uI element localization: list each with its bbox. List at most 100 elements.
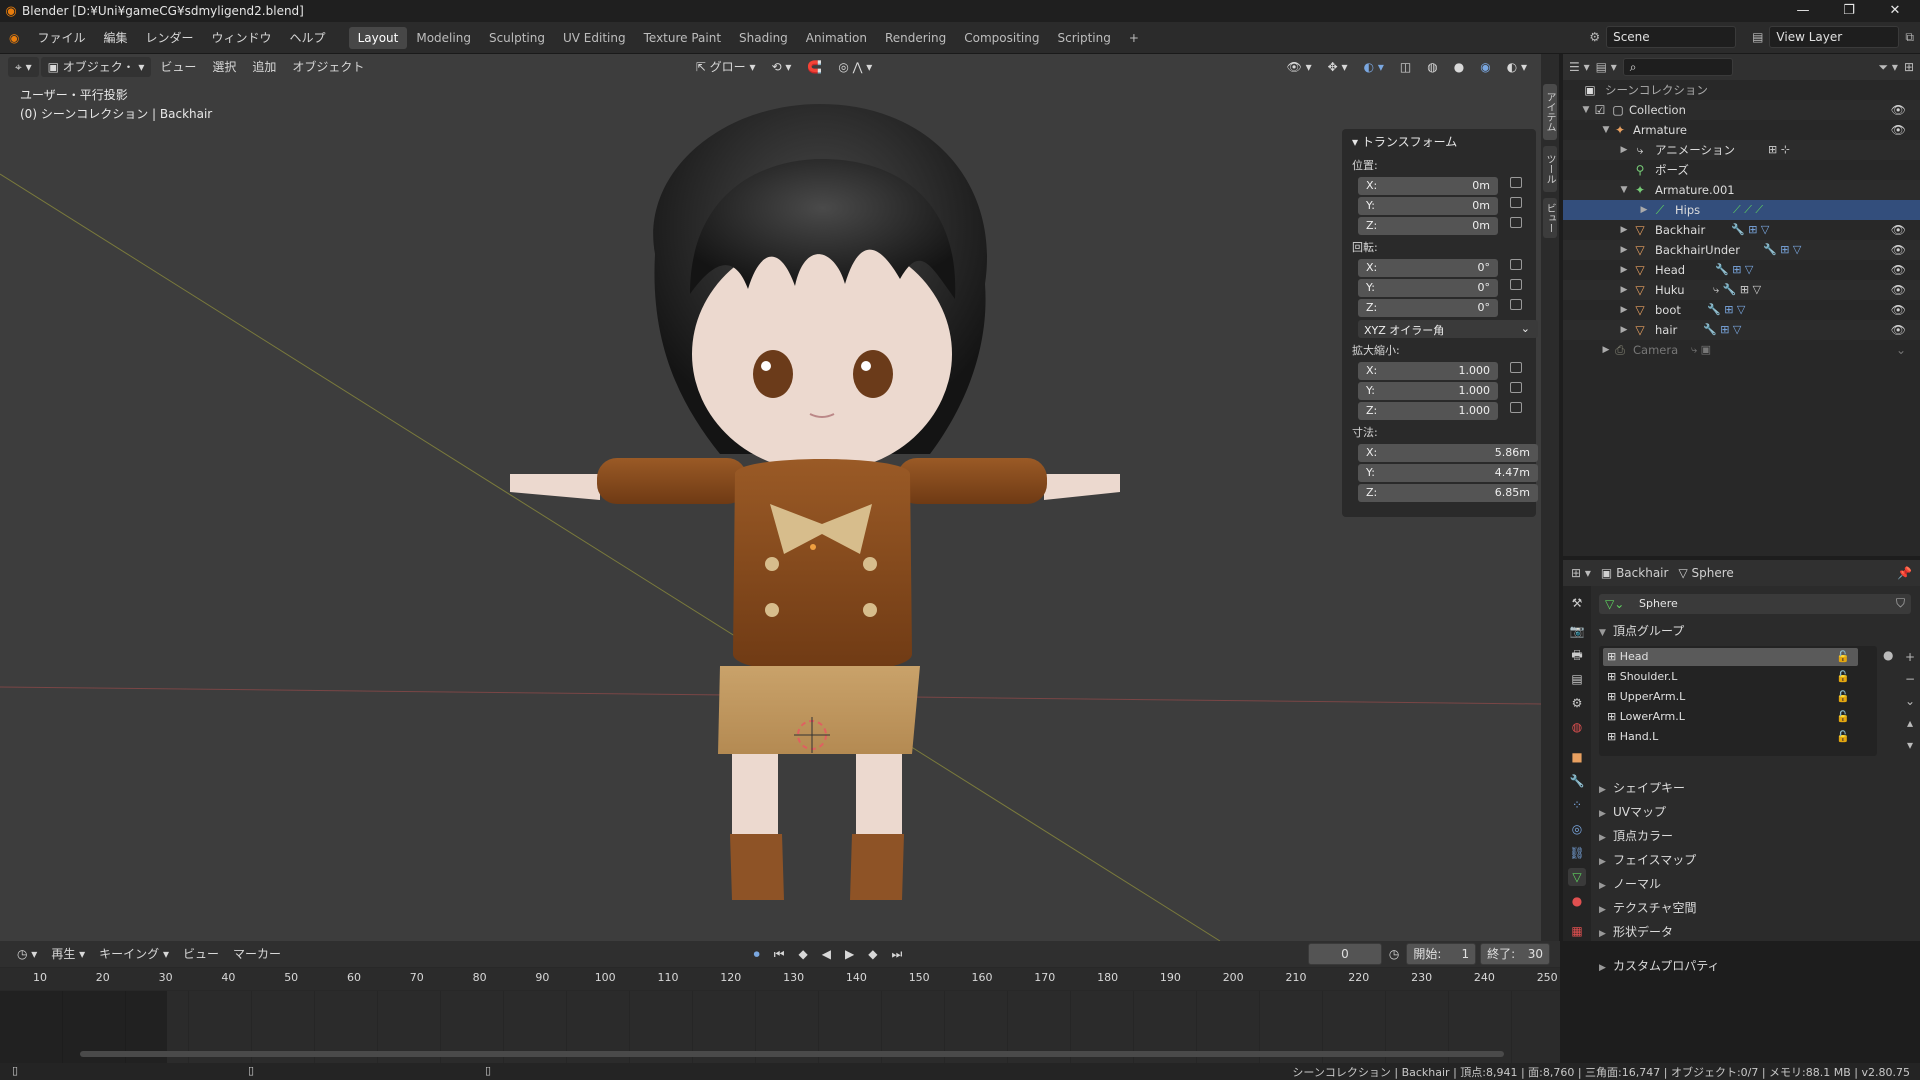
solid-shading-icon[interactable]: ● [1447, 57, 1471, 77]
location-x-field[interactable]: X: 0m [1358, 177, 1498, 195]
menu-marker[interactable]: マーカー [226, 944, 288, 964]
constraints-tab-icon[interactable]: ⛓ [1568, 844, 1586, 862]
outliner-row-backhairunder[interactable]: ▶ ▽ BackhairUnder 🔧 ⊞ ▽ 👁 [1563, 240, 1920, 260]
lock-icon[interactable]: 🔓 [1836, 708, 1850, 726]
next-keyframe-icon[interactable]: ◆ [861, 944, 884, 964]
snap-icon[interactable]: 🧲 [800, 57, 829, 77]
eye-icon[interactable]: 👁 [1891, 260, 1906, 280]
maximize-button[interactable]: ❐ [1826, 0, 1872, 22]
lock-icon[interactable]: 🔓 [1836, 648, 1850, 666]
uv-maps-header[interactable]: ▶ UVマップ [1599, 801, 1666, 823]
timeline-editor-icon[interactable]: ◷ ▾ [10, 944, 44, 964]
visibility-icon[interactable]: 👁 ▾ [1280, 57, 1319, 77]
view-layer-icon[interactable]: ▤ [1752, 30, 1763, 44]
eye-icon[interactable]: 👁 [1891, 100, 1906, 120]
xray-icon[interactable]: ◫ [1393, 57, 1418, 77]
texture-space-header[interactable]: ▶ テクスチャ空間 [1599, 897, 1697, 919]
close-button[interactable]: ✕ [1872, 0, 1918, 22]
fake-user-icon[interactable]: ⛉ [1896, 596, 1905, 611]
eye-icon[interactable]: 👁 [1891, 300, 1906, 320]
lock-icon[interactable]: 🔓 [1836, 668, 1850, 686]
location-y-field[interactable]: Y: 0m [1358, 197, 1498, 215]
scene-selector[interactable]: Scene [1606, 26, 1737, 48]
lock-icon[interactable] [1510, 197, 1522, 208]
jump-start-icon[interactable]: ⏮ [767, 944, 792, 964]
material-tab-icon[interactable]: ● [1568, 892, 1586, 910]
menu-help[interactable]: ヘルプ [281, 27, 335, 49]
outliner-row-hair[interactable]: ▶ ▽ hair 🔧 ⊞ ▽ 👁 [1563, 320, 1920, 340]
add-workspace-button[interactable]: + [1120, 27, 1148, 49]
eye-icon[interactable]: 👁 [1891, 320, 1906, 340]
data-tab-icon[interactable]: ▽ [1568, 868, 1586, 886]
scene-icon[interactable]: ⚙ [1589, 30, 1600, 44]
vertex-group-item[interactable]: ⊞ LowerArm.L 🔓 [1603, 708, 1858, 726]
move-down-icon[interactable]: ▾ [1903, 734, 1917, 756]
menu-keying[interactable]: キーイング ▾ [92, 944, 176, 964]
tab-modeling[interactable]: Modeling [407, 27, 480, 49]
mesh-datablock-field[interactable]: ▽⌄ Sphere ⛉ [1599, 594, 1911, 614]
remove-icon[interactable]: − [1903, 668, 1917, 690]
end-frame-field[interactable]: 終了: 30 [1480, 943, 1550, 965]
jump-end-icon[interactable]: ⏭ [884, 944, 909, 964]
face-maps-header[interactable]: ▶ フェイスマップ [1599, 849, 1696, 871]
menu-view[interactable]: ビュー [153, 57, 203, 77]
menu-timeline-view[interactable]: ビュー [176, 944, 226, 964]
world-tab-icon[interactable]: ◍ [1568, 718, 1586, 736]
outliner-search-input[interactable]: ⌕ [1622, 58, 1733, 76]
proportional-icon[interactable]: ◎ ⋀ ▾ [831, 57, 879, 77]
blender-menu-icon[interactable]: ◉ [0, 27, 28, 49]
view-layer-tab-icon[interactable]: ▤ [1568, 670, 1586, 688]
lock-icon[interactable] [1510, 402, 1522, 413]
outliner-row-collection[interactable]: ▼ ☑ ▢ Collection 👁 [1563, 100, 1920, 120]
menu-object[interactable]: オブジェクト [285, 57, 371, 77]
output-tab-icon[interactable]: 🖶 [1568, 646, 1586, 664]
rotation-y-field[interactable]: Y: 0° [1358, 279, 1498, 297]
pivot-icon[interactable]: ⟲ ▾ [765, 57, 799, 77]
scale-x-field[interactable]: X: 1.000 [1358, 362, 1498, 380]
vertex-group-item[interactable]: ⊞ Shoulder.L 🔓 [1603, 668, 1858, 686]
wireframe-shading-icon[interactable]: ◍ [1420, 57, 1444, 77]
lock-icon[interactable] [1510, 362, 1522, 373]
dimensions-z-field[interactable]: Z: 6.85m [1358, 484, 1538, 502]
outliner-row-pose[interactable]: ⚲ ポーズ [1563, 160, 1920, 180]
vertex-colors-header[interactable]: ▶ 頂点カラー [1599, 825, 1673, 847]
overlay-icon[interactable]: ◐ ▾ [1357, 57, 1391, 77]
add-icon[interactable]: + [1903, 646, 1917, 668]
tab-layout[interactable]: Layout [348, 26, 408, 49]
tab-tool[interactable]: ツール [1543, 146, 1557, 192]
tab-view[interactable]: ビュー [1543, 198, 1557, 238]
physics-tab-icon[interactable]: ◎ [1568, 820, 1586, 838]
display-mode-icon[interactable]: ▤ ▾ [1596, 60, 1617, 74]
lock-icon[interactable] [1510, 299, 1522, 310]
tab-shading[interactable]: Shading [730, 27, 797, 49]
mode-selector[interactable]: ▣ オブジェク・ ▾ [40, 57, 152, 77]
vertex-groups-header[interactable]: ▼ 頂点グループ [1599, 620, 1684, 642]
rendered-shading-icon[interactable]: ◐ ▾ [1500, 57, 1534, 77]
lock-icon[interactable] [1510, 217, 1522, 228]
view-layer-selector[interactable]: View Layer [1769, 26, 1900, 48]
lock-icon[interactable] [1510, 382, 1522, 393]
outliner-row-armature-001[interactable]: ▼ ✦ Armature.001 [1563, 180, 1920, 200]
auto-keying-icon[interactable]: ⏺ [747, 944, 767, 964]
outliner-row-armature[interactable]: ▼ ✦ Armature 👁 [1563, 120, 1920, 140]
current-frame-field[interactable]: 0 [1308, 943, 1382, 965]
outliner-row-head[interactable]: ▶ ▽ Head 🔧 ⊞ ▽ 👁 [1563, 260, 1920, 280]
object-breadcrumb[interactable]: ▣ Backhair [1601, 566, 1669, 580]
scene-tab-icon[interactable]: ⚙ [1568, 694, 1586, 712]
gizmo-icon[interactable]: ✥ ▾ [1321, 57, 1355, 77]
checkbox-icon[interactable]: ☑ [1593, 100, 1607, 120]
eye-icon[interactable]: 👁 [1891, 220, 1906, 240]
lock-icon[interactable] [1510, 279, 1522, 290]
custom-properties-header[interactable]: ▶ カスタムプロパティ [1599, 957, 1720, 974]
outliner-row-camera[interactable]: ▶ ⎙ Camera ⤷ ▣ ⌄ [1563, 340, 1920, 360]
vertex-group-item[interactable]: ⊞ Hand.L 🔓 [1603, 728, 1858, 746]
menu-render[interactable]: レンダー [137, 27, 203, 49]
tab-rendering[interactable]: Rendering [876, 27, 955, 49]
outliner-row-animation[interactable]: ▶ ⤷ アニメーション ⊞ ⊹ [1563, 140, 1920, 160]
render-tab-icon[interactable]: 📷 [1568, 622, 1586, 640]
outliner-root[interactable]: ▣ シーンコレクション [1563, 80, 1920, 100]
start-frame-field[interactable]: 開始: 1 [1406, 943, 1477, 965]
scale-z-field[interactable]: Z: 1.000 [1358, 402, 1498, 420]
tab-sculpting[interactable]: Sculpting [480, 27, 554, 49]
dimensions-y-field[interactable]: Y: 4.47m [1358, 464, 1538, 482]
